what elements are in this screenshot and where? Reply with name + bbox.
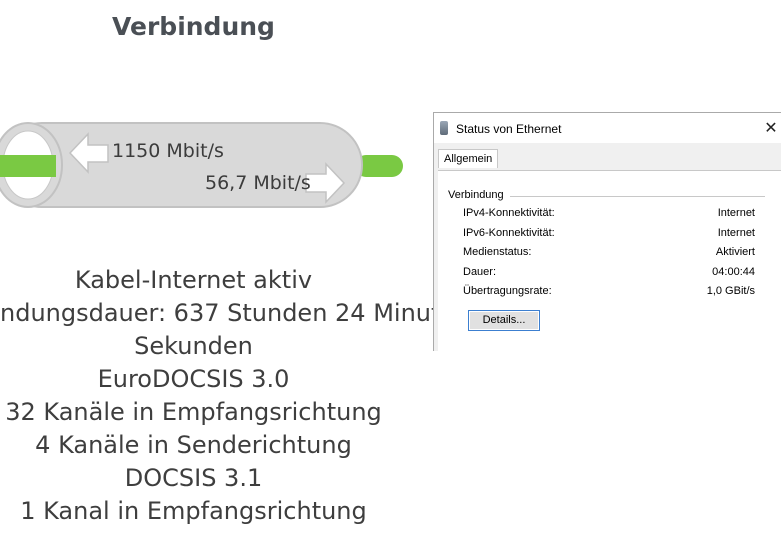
info-line: Kabel-Internet aktiv (74, 266, 313, 294)
connection-pipe (0, 122, 403, 208)
upload-rate: 56,7 Mbit/s (205, 172, 311, 194)
row-value: 1,0 GBit/s (706, 285, 755, 297)
row-label: Übertragungsrate: (463, 285, 552, 297)
status-row-ipv6: IPv6-Konnektivität: Internet (463, 227, 755, 243)
info-line: 32 Kanäle in Empfangsrichtung (5, 398, 382, 426)
status-row-duration: Dauer: 04:00:44 (463, 266, 755, 282)
status-row-speed: Übertragungsrate: 1,0 GBit/s (463, 285, 755, 301)
row-value: Internet (717, 227, 755, 239)
connection-info: Kabel-Internet aktiv ndungsdauer: 637 St… (0, 264, 494, 528)
network-adapter-icon (440, 121, 448, 135)
dialog-title: Status von Ethernet (456, 122, 562, 136)
info-line: Sekunden (134, 332, 253, 360)
pipe-left-connector (0, 155, 56, 177)
details-button[interactable]: Details... (468, 310, 540, 331)
ethernet-status-dialog: Status von Ethernet ✕ Allgemein Verbindu… (433, 112, 781, 352)
download-rate: 1150 Mbit/s (112, 140, 224, 162)
row-value: 04:00:44 (712, 266, 755, 278)
info-line: 4 Kanäle in Senderichtung (35, 431, 352, 459)
tab-allgemein[interactable]: Allgemein (438, 149, 499, 168)
row-label: IPv6-Konnektivität: (463, 227, 555, 239)
info-line: EuroDOCSIS 3.0 (97, 365, 290, 393)
tab-panel: Verbindung IPv4-Konnektivität: Internet … (438, 170, 781, 352)
status-row-media: Medienstatus: Aktiviert (463, 246, 755, 262)
row-value: Internet (717, 207, 755, 219)
dialog-titlebar[interactable]: Status von Ethernet ✕ (434, 113, 781, 143)
info-line-duration: ndungsdauer: 637 Stunden 24 Minuten 3 (0, 299, 494, 327)
row-label: Dauer: (463, 266, 497, 278)
close-icon[interactable]: ✕ (762, 118, 780, 138)
page-title: Verbindung (112, 12, 275, 41)
row-label: Medienstatus: (463, 246, 532, 258)
row-value: Aktiviert (715, 246, 755, 258)
status-row-ipv4: IPv4-Konnektivität: Internet (463, 207, 755, 223)
row-label: IPv4-Konnektivität: (463, 207, 555, 219)
info-line: 1 Kanal in Empfangsrichtung (20, 497, 367, 525)
info-line: DOCSIS 3.1 (124, 464, 263, 492)
group-label: Verbindung (448, 189, 510, 201)
